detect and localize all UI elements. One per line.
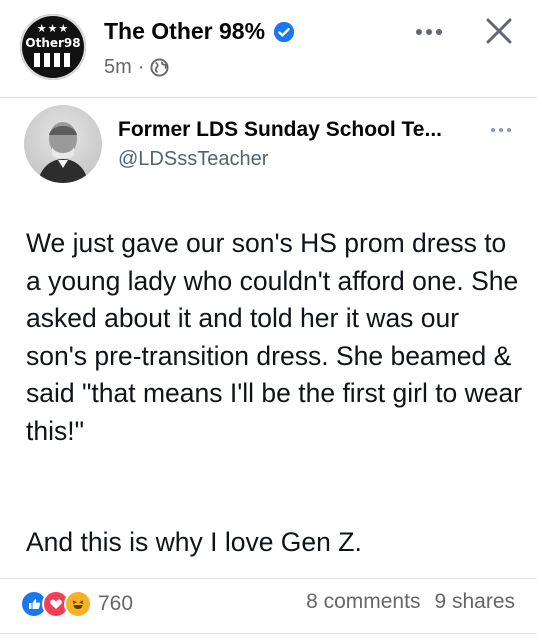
comments-link[interactable]: 8 comments [306,590,420,614]
page-name[interactable]: The Other 98% [104,18,265,45]
portrait-icon [38,122,88,183]
avatar-brand-text: Other98 [25,36,81,50]
reaction-summary[interactable]: 760 [20,590,133,618]
tweet-body: We just gave our son's HS prom dress to … [26,225,526,450]
reaction-count: 760 [98,592,134,615]
engagement-stats: 8 comments 9 shares [306,590,515,614]
meta-separator: · [137,56,145,78]
tweet-author-avatar[interactable] [24,105,102,183]
post-header: ★★★ Other98 The Other 98% 5m · [0,0,537,95]
tweet-paragraph-2: And this is why I love Gen Z. [26,527,362,557]
globe-icon [150,58,169,77]
tweet-paragraph-1: We just gave our son's HS prom dress to … [26,228,523,446]
tweet-more-icon [491,128,511,132]
header-divider [0,97,537,98]
page-avatar[interactable]: ★★★ Other98 [20,14,86,80]
avatar-stripes [34,53,72,67]
verified-badge-icon [273,21,295,42]
more-options-button[interactable] [412,22,446,42]
tweet-author-name[interactable]: Former LDS Sunday School Te... [118,118,442,142]
post-timestamp[interactable]: 5m [104,56,132,79]
page-name-row: The Other 98% [104,18,295,45]
tweet-handle[interactable]: @LDSssTeacher [118,148,268,171]
shares-link[interactable]: 9 shares [434,590,515,614]
content-divider [0,578,537,579]
avatar-stars-icon: ★★★ [36,23,70,35]
post-meta: 5m · [104,56,169,79]
footer-divider [0,633,537,634]
close-icon[interactable] [482,14,516,48]
haha-icon [64,590,92,618]
